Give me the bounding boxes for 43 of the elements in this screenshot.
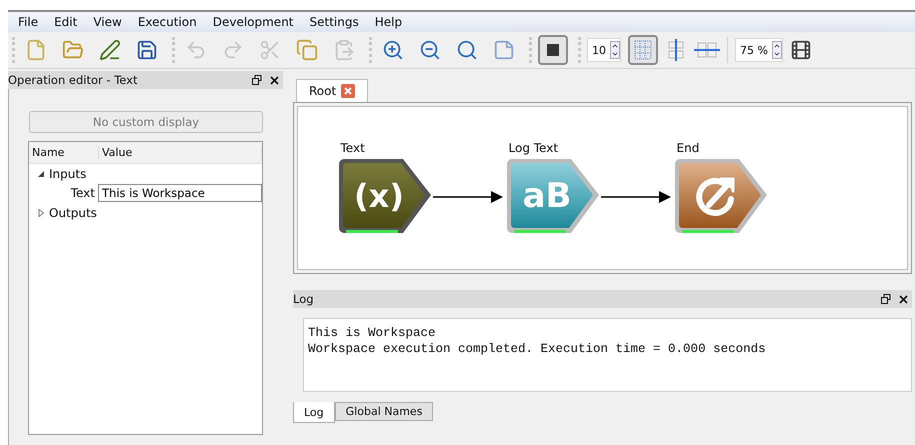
spin-down-icon[interactable] bbox=[772, 50, 781, 58]
spin-up-icon[interactable] bbox=[611, 42, 619, 50]
menu-item[interactable]: Development bbox=[204, 15, 302, 29]
tree-item[interactable]: Inputs bbox=[49, 166, 86, 180]
menu-item[interactable]: Edit bbox=[46, 15, 86, 29]
property-name: Text bbox=[70, 186, 96, 200]
value-field[interactable]: This is Workspace bbox=[98, 184, 262, 202]
menu-item[interactable]: Settings bbox=[302, 15, 367, 29]
column-header: Name bbox=[29, 146, 99, 159]
expanded-arrow-icon[interactable] bbox=[37, 170, 45, 178]
grid-size-spinbox[interactable]: 10 bbox=[587, 38, 621, 62]
close-icon[interactable] bbox=[270, 76, 279, 84]
panel-title: Log bbox=[293, 292, 314, 306]
spin-up-icon[interactable] bbox=[772, 42, 781, 50]
menu-item[interactable]: Execution bbox=[130, 15, 205, 29]
node-label: End bbox=[676, 141, 700, 155]
grid-icon bbox=[634, 40, 652, 60]
custom-display-button[interactable]: No custom display bbox=[29, 111, 263, 133]
zoom-spinbox[interactable]: 75 % bbox=[735, 38, 783, 62]
stop-button[interactable] bbox=[538, 35, 568, 65]
log-tab[interactable]: Global Names bbox=[334, 402, 434, 421]
stop-icon bbox=[547, 44, 559, 56]
log-tab[interactable]: Log bbox=[293, 402, 335, 423]
menu-item[interactable]: Help bbox=[366, 15, 410, 29]
float-icon[interactable] bbox=[252, 75, 262, 85]
workspace-tab[interactable]: Root bbox=[296, 79, 368, 102]
node-label: Log Text bbox=[508, 141, 560, 155]
grid-button[interactable] bbox=[628, 35, 658, 65]
log-line: This is Workspace bbox=[308, 325, 437, 341]
tree-item[interactable]: Outputs bbox=[49, 206, 97, 220]
spin-down-icon[interactable] bbox=[611, 50, 619, 58]
connector-arrow bbox=[432, 191, 504, 203]
node-label: Text bbox=[340, 141, 366, 155]
log-line: Workspace execution completed. Execution time = 0.000 seconds bbox=[308, 341, 767, 357]
menu-item[interactable]: File bbox=[10, 15, 46, 29]
menu-item[interactable]: View bbox=[85, 15, 130, 29]
panel-title: Operation editor - Text bbox=[8, 73, 138, 87]
collapsed-arrow-icon[interactable] bbox=[37, 208, 45, 216]
film-icon[interactable] bbox=[790, 39, 812, 61]
column-header: Value bbox=[99, 146, 262, 159]
connector-arrow bbox=[600, 191, 672, 203]
float-icon[interactable] bbox=[881, 294, 891, 304]
close-icon[interactable] bbox=[899, 294, 908, 304]
